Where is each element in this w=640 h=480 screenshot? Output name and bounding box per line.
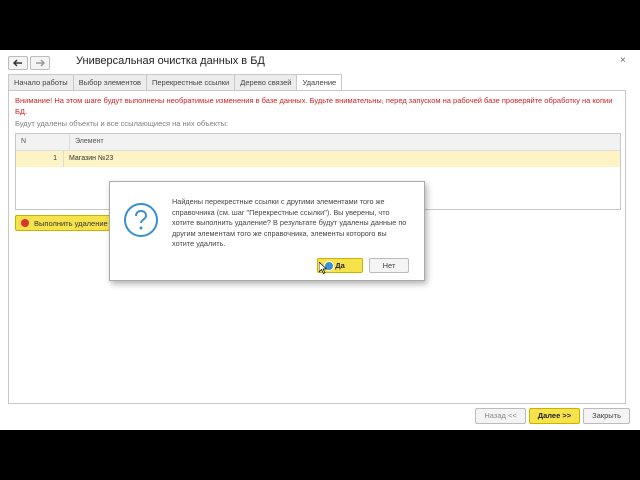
- arrow-left-icon: [13, 59, 22, 67]
- tab-start[interactable]: Начало работы: [8, 74, 74, 90]
- table-row[interactable]: 1 Магазин №23: [16, 151, 620, 167]
- tab-delete[interactable]: Удаление: [296, 74, 343, 91]
- warning-text: Внимание! На этом шаге будут выполнены н…: [15, 96, 613, 116]
- no-button[interactable]: Нет: [369, 258, 409, 273]
- delete-icon: [21, 219, 29, 227]
- column-header-element[interactable]: Элемент: [70, 134, 620, 150]
- table-header: N Элемент: [16, 134, 620, 151]
- info-text: Будут удалены объекты и все ссылающиеся …: [15, 119, 229, 128]
- tab-bar: Начало работы Выбор элементов Перекрестн…: [8, 74, 343, 91]
- back-nav-button[interactable]: [8, 56, 28, 70]
- question-icon: [123, 202, 159, 240]
- close-button[interactable]: Закрыть: [583, 408, 630, 424]
- dialog-message: Найдены перекрестные ссылки с другими эл…: [172, 197, 407, 248]
- confirm-dialog: Найдены перекрестные ссылки с другими эл…: [109, 181, 425, 281]
- window-title: Универсальная очистка данных в БД: [76, 55, 265, 67]
- execute-delete-label: Выполнить удаление: [34, 218, 108, 228]
- footer-buttons: Назад << Далее >> Закрыть: [475, 408, 630, 424]
- next-button[interactable]: Далее >>: [528, 408, 581, 424]
- tab-cross-references[interactable]: Перекрестные ссылки: [146, 74, 236, 90]
- row-element: Магазин №23: [69, 155, 114, 162]
- arrow-right-icon: [36, 59, 45, 67]
- back-button[interactable]: Назад <<: [475, 408, 526, 424]
- tab-select-elements[interactable]: Выбор элементов: [72, 74, 147, 90]
- mouse-cursor-icon: [319, 262, 327, 274]
- tab-links-tree[interactable]: Дерево связей: [234, 74, 298, 90]
- close-icon[interactable]: ×: [620, 55, 626, 66]
- forward-nav-button[interactable]: [30, 56, 50, 70]
- column-header-n[interactable]: N: [16, 134, 70, 150]
- row-number: 1: [16, 151, 64, 167]
